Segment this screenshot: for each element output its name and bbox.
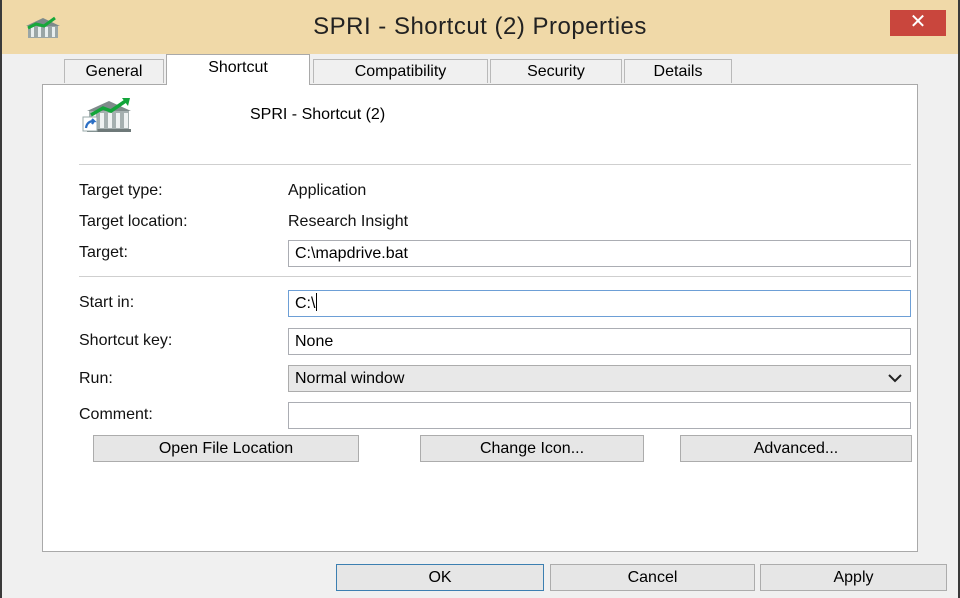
shortcut-name: SPRI - Shortcut (2) xyxy=(250,106,386,123)
apply-button[interactable]: Apply xyxy=(760,564,947,591)
target-field[interactable]: C:\mapdrive.bat xyxy=(288,240,911,267)
run-label: Run: xyxy=(79,370,113,387)
title-bar[interactable]: SPRI - Shortcut (2) Properties ✕ xyxy=(2,0,958,54)
ok-button[interactable]: OK xyxy=(336,564,544,591)
start-in-label: Start in: xyxy=(79,294,135,311)
shortcut-panel: SPRI - Shortcut (2) Target type: Applica… xyxy=(42,84,918,552)
tab-details[interactable]: Details xyxy=(624,59,732,83)
dialog-client-area: General Shortcut Compatibility Security … xyxy=(2,54,958,598)
shortcut-key-label: Shortcut key: xyxy=(79,332,173,349)
target-label: Target: xyxy=(79,244,128,261)
target-type-label: Target type: xyxy=(79,182,163,199)
comment-label: Comment: xyxy=(79,406,153,423)
open-file-location-button[interactable]: Open File Location xyxy=(93,435,359,462)
bank-building-chart-icon xyxy=(82,98,131,132)
tab-security[interactable]: Security xyxy=(490,59,622,83)
target-location-label: Target location: xyxy=(79,213,188,230)
tab-compatibility[interactable]: Compatibility xyxy=(313,59,488,83)
close-button[interactable]: ✕ xyxy=(890,10,946,36)
run-select-value: Normal window xyxy=(295,370,405,387)
target-location-value: Research Insight xyxy=(288,213,409,230)
run-select[interactable]: Normal window xyxy=(288,365,911,392)
divider xyxy=(79,164,911,165)
shortcut-key-field[interactable]: None xyxy=(288,328,911,355)
properties-window: SPRI - Shortcut (2) Properties ✕ General… xyxy=(0,0,960,598)
text-caret xyxy=(316,293,318,311)
start-in-value: C:\ xyxy=(295,295,316,312)
divider xyxy=(79,276,911,277)
advanced-button[interactable]: Advanced... xyxy=(680,435,912,462)
change-icon-button[interactable]: Change Icon... xyxy=(420,435,644,462)
window-title: SPRI - Shortcut (2) Properties xyxy=(313,13,647,40)
tab-shortcut[interactable]: Shortcut xyxy=(166,54,310,85)
comment-field[interactable] xyxy=(288,402,911,429)
tab-general[interactable]: General xyxy=(64,59,164,83)
start-in-field[interactable]: C:\ xyxy=(288,290,911,317)
chevron-down-icon xyxy=(888,374,902,383)
cancel-button[interactable]: Cancel xyxy=(550,564,755,591)
target-type-value: Application xyxy=(288,182,367,199)
